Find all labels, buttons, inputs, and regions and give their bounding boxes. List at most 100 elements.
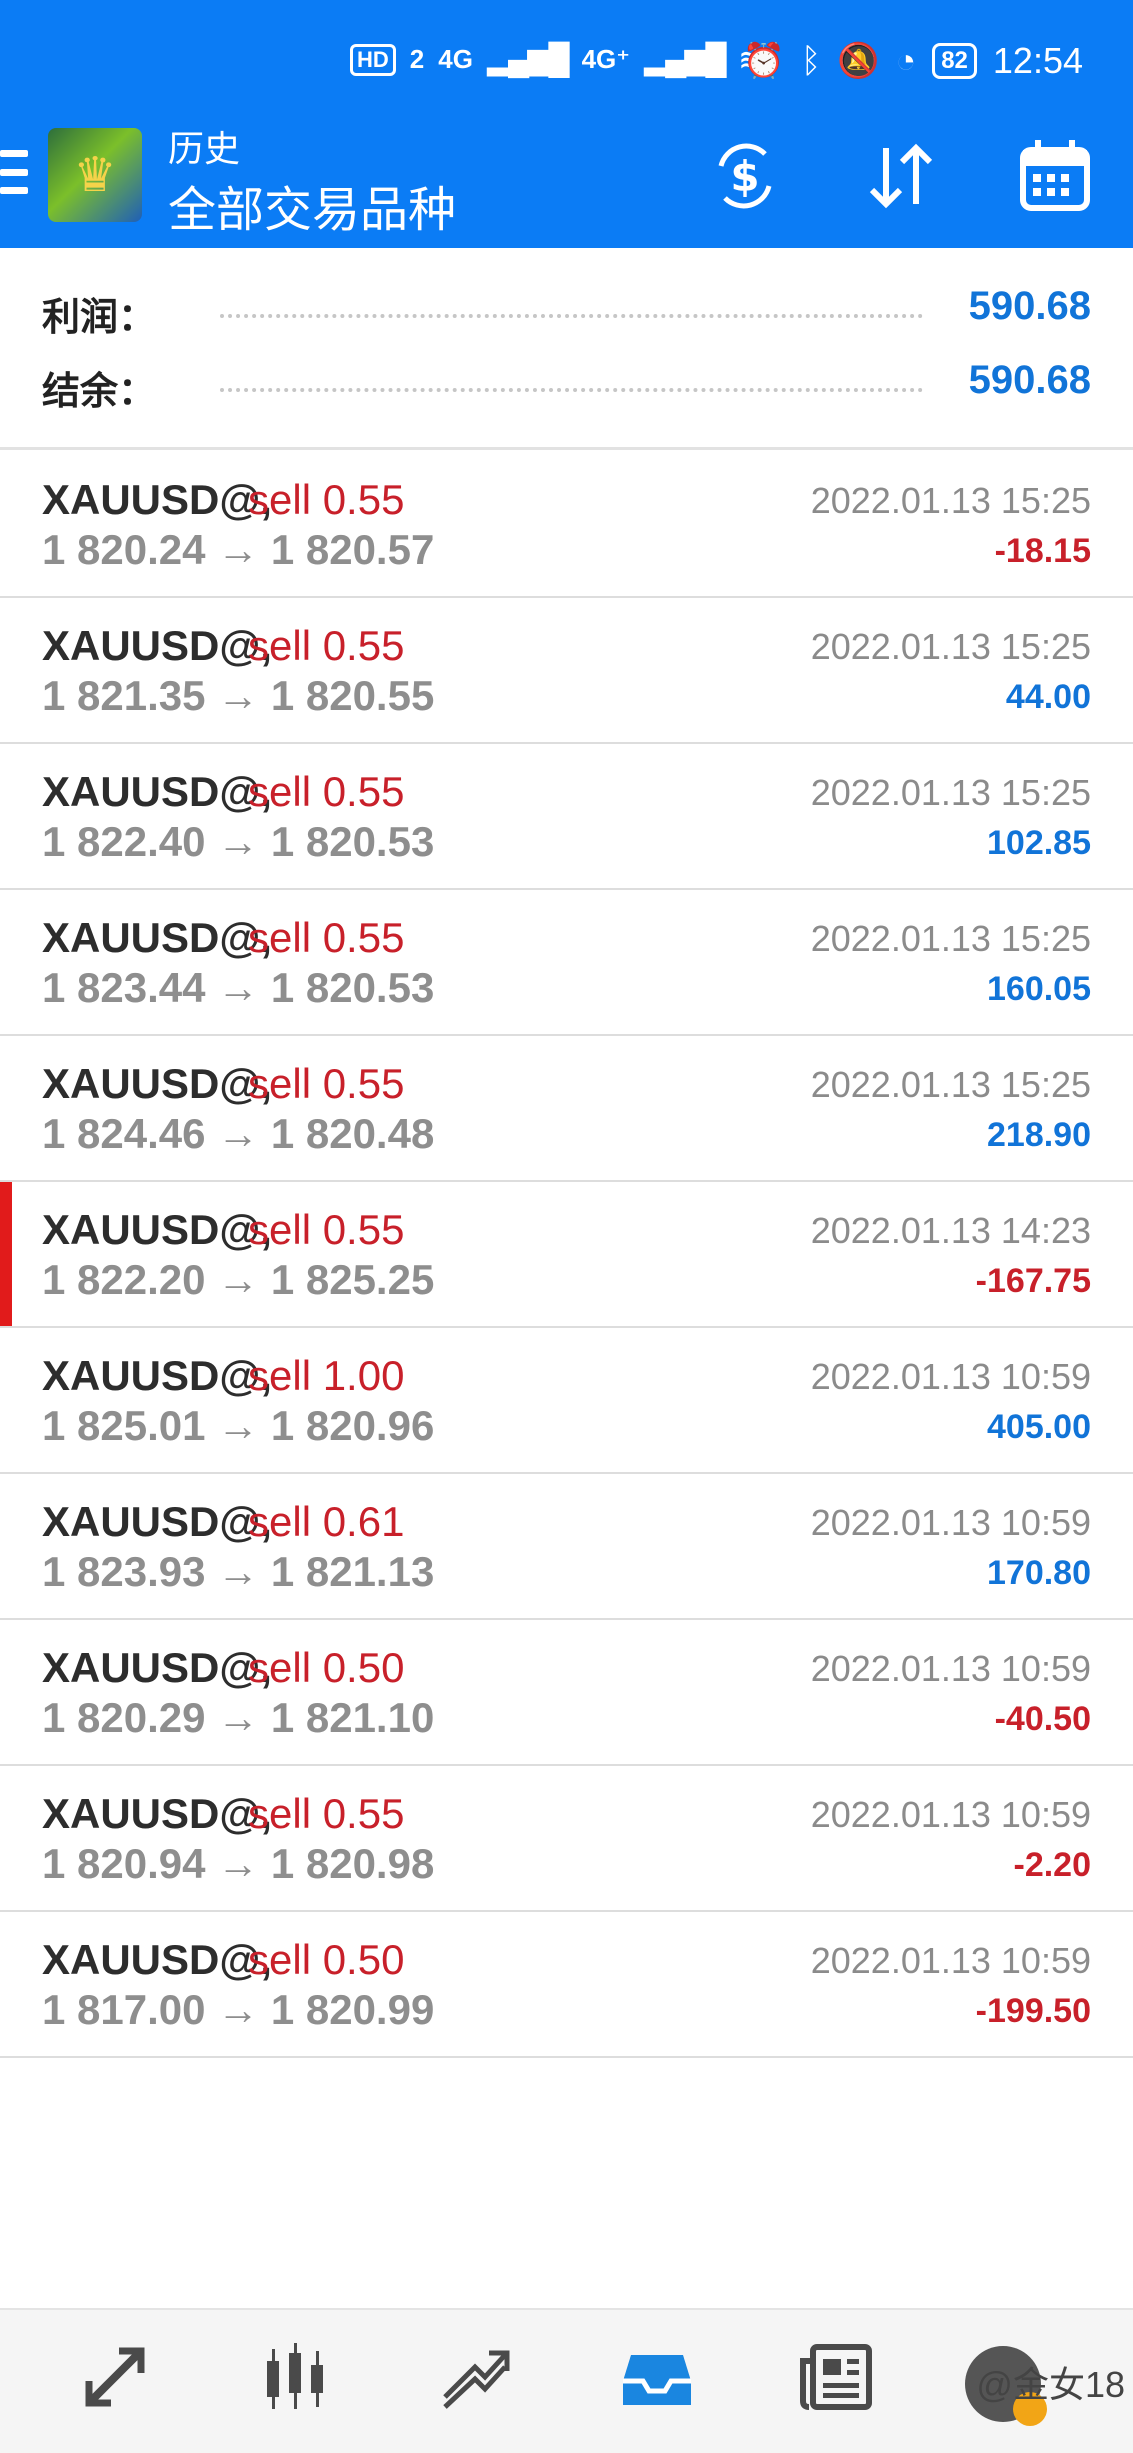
chart-icon[interactable] bbox=[250, 2332, 340, 2422]
sort-icon[interactable] bbox=[860, 136, 940, 216]
trade-row[interactable]: XAUUSD@, sell 0.55 1 824.46 → 1 820.48 2022… bbox=[0, 1036, 1133, 1182]
trade-row[interactable]: XAUUSD@, sell 1.00 1 825.01 → 1 820.96 2022… bbox=[0, 1328, 1133, 1474]
quotes-icon[interactable] bbox=[70, 2332, 160, 2422]
trade-symbol: XAUUSD@, bbox=[42, 1352, 272, 1399]
profit-value: 590.68 bbox=[968, 284, 1091, 328]
trade-symbol: XAUUSD@, bbox=[42, 476, 272, 523]
menu-icon[interactable] bbox=[0, 150, 28, 194]
trade-time: 2022.01.13 10:59 bbox=[810, 1502, 1091, 1543]
trade-symbol: XAUUSD@, bbox=[42, 1790, 272, 1837]
trade-prices: 1 823.93 → 1 821.13 bbox=[42, 1548, 435, 1595]
trade-row[interactable]: XAUUSD@, sell 0.50 1 820.29 → 1 821.10 2022… bbox=[0, 1620, 1133, 1766]
trade-side: sell 0.55 bbox=[248, 622, 405, 669]
trade-row[interactable]: XAUUSD@, sell 0.55 1 820.24 → 1 820.57 2022… bbox=[0, 452, 1133, 598]
trade-side: sell 0.55 bbox=[248, 1790, 405, 1837]
trade-prices: 1 820.29 → 1 821.10 bbox=[42, 1694, 435, 1741]
history-icon[interactable] bbox=[612, 2332, 702, 2422]
battery-icon: 82 bbox=[932, 43, 977, 79]
news-icon[interactable] bbox=[792, 2332, 882, 2422]
trade-time: 2022.01.13 10:59 bbox=[810, 1648, 1091, 1689]
sim-label: 2 bbox=[409, 44, 425, 74]
trade-side: sell 0.55 bbox=[248, 476, 405, 523]
bottom-nav: @金女18 bbox=[0, 2308, 1133, 2453]
page-title: 历史 bbox=[168, 128, 241, 169]
trade-profit: -2.20 bbox=[1013, 1846, 1092, 1884]
trade-icon[interactable] bbox=[430, 2332, 520, 2422]
calendar-icon[interactable] bbox=[1015, 136, 1095, 216]
trade-row[interactable]: XAUUSD@, sell 0.50 1 817.00 → 1 820.99 2022… bbox=[0, 1912, 1133, 2058]
trade-profit: -167.75 bbox=[975, 1262, 1091, 1300]
clock: 12:54 bbox=[992, 40, 1083, 81]
trade-profit: -199.50 bbox=[975, 1992, 1091, 2030]
top-header: HD 2 4G ▂▄▆█ 4G⁺ ▂▄▆█ ≋ ◉ ⏰ ᛒ 🔕 ◔ 82 12:… bbox=[0, 0, 1133, 248]
hd-badge: HD bbox=[350, 43, 396, 76]
trade-time: 2022.01.13 10:59 bbox=[810, 1794, 1091, 1835]
trade-time: 2022.01.13 15:25 bbox=[810, 480, 1091, 521]
profit-label: 利润： bbox=[42, 297, 157, 339]
trade-side: sell 1.00 bbox=[248, 1352, 405, 1399]
symbol-filter[interactable]: 全部交易品种 bbox=[168, 170, 456, 240]
trade-profit: 160.05 bbox=[987, 970, 1091, 1008]
trade-time: 2022.01.13 15:25 bbox=[810, 626, 1091, 667]
trade-row[interactable]: XAUUSD@, sell 0.61 1 823.93 → 1 821.13 2022… bbox=[0, 1474, 1133, 1620]
trade-profit: 170.80 bbox=[987, 1554, 1091, 1592]
trade-time: 2022.01.13 15:25 bbox=[810, 918, 1091, 959]
trade-prices: 1 821.35 → 1 820.55 bbox=[42, 672, 435, 719]
trade-prices: 1 823.44 → 1 820.53 bbox=[42, 964, 435, 1011]
trade-symbol: XAUUSD@, bbox=[42, 914, 272, 961]
status-bar: HD 2 4G ▂▄▆█ 4G⁺ ▂▄▆█ ≋ ◉ ⏰ ᛒ 🔕 ◔ 82 12:… bbox=[0, 0, 1133, 128]
trade-time: 2022.01.13 15:25 bbox=[810, 1064, 1091, 1105]
trade-prices: 1 822.40 → 1 820.53 bbox=[42, 818, 435, 865]
signal-icon: ▂▄▆█ bbox=[486, 43, 570, 76]
svg-text:$: $ bbox=[730, 152, 759, 201]
trade-symbol: XAUUSD@, bbox=[42, 622, 272, 669]
trade-prices: 1 817.00 → 1 820.99 bbox=[42, 1986, 435, 2033]
trade-side: sell 0.61 bbox=[248, 1498, 405, 1545]
balance-value: 590.68 bbox=[968, 358, 1091, 402]
trade-symbol: XAUUSD@, bbox=[42, 1936, 272, 1983]
trade-row[interactable]: XAUUSD@, sell 0.55 1 822.40 → 1 820.53 2022… bbox=[0, 744, 1133, 890]
network-type-1: 4G bbox=[438, 44, 473, 74]
trade-side: sell 0.55 bbox=[248, 914, 405, 961]
trade-symbol: XAUUSD@, bbox=[42, 1206, 272, 1253]
trade-profit: -40.50 bbox=[994, 1700, 1091, 1738]
trade-time: 2022.01.13 15:25 bbox=[810, 772, 1091, 813]
trade-profit: 405.00 bbox=[987, 1408, 1091, 1446]
trade-symbol: XAUUSD@, bbox=[42, 768, 272, 815]
trade-prices: 1 820.94 → 1 820.98 bbox=[42, 1840, 435, 1887]
trade-row[interactable]: XAUUSD@, sell 0.55 1 821.35 → 1 820.55 2022… bbox=[0, 598, 1133, 744]
eye-icon: ◉ bbox=[696, 42, 727, 80]
trade-prices: 1 820.24 → 1 820.57 bbox=[42, 526, 435, 573]
trade-time: 2022.01.13 10:59 bbox=[810, 1940, 1091, 1981]
trade-list: XAUUSD@, sell 0.55 1 820.24 → 1 820.57 2022… bbox=[0, 452, 1133, 2058]
trade-profit: -18.15 bbox=[994, 532, 1091, 570]
trade-row[interactable]: XAUUSD@, sell 0.55 1 820.94 → 1 820.98 2022… bbox=[0, 1766, 1133, 1912]
trade-side: sell 0.55 bbox=[248, 1060, 405, 1107]
trade-symbol: XAUUSD@, bbox=[42, 1644, 272, 1691]
trade-side: sell 0.55 bbox=[248, 1206, 405, 1253]
trade-time: 2022.01.13 10:59 bbox=[810, 1356, 1091, 1397]
trade-row[interactable]: XAUUSD@, sell 0.55 1 822.20 → 1 825.25 2022… bbox=[0, 1182, 1133, 1328]
network-type-2: 4G⁺ bbox=[581, 44, 631, 74]
currency-exchange-icon[interactable]: $ bbox=[705, 136, 785, 216]
dotted-leader bbox=[220, 314, 923, 318]
app-bar: ♛ 历史 全部交易品种 $ bbox=[0, 120, 1133, 248]
trade-prices: 1 825.01 → 1 820.96 bbox=[42, 1402, 435, 1449]
trade-profit: 44.00 bbox=[1005, 678, 1091, 716]
trade-prices: 1 822.20 → 1 825.25 bbox=[42, 1256, 435, 1303]
watermark: @金女18 bbox=[976, 2364, 1125, 2405]
speed-icon: ◔ bbox=[895, 41, 917, 80]
mute-icon: 🔕 bbox=[837, 42, 880, 80]
app-logo: ♛ bbox=[48, 128, 142, 222]
trade-symbol: XAUUSD@, bbox=[42, 1498, 272, 1545]
trade-profit: 218.90 bbox=[987, 1116, 1091, 1154]
balance-row: 结余： 590.68 bbox=[0, 354, 1133, 414]
trade-symbol: XAUUSD@, bbox=[42, 1060, 272, 1107]
alarm-icon: ⏰ bbox=[742, 42, 785, 80]
trade-row[interactable]: XAUUSD@, sell 0.55 1 823.44 → 1 820.53 2022… bbox=[0, 890, 1133, 1036]
trade-side: sell 0.55 bbox=[248, 768, 405, 815]
balance-label: 结余： bbox=[42, 371, 157, 413]
trade-side: sell 0.50 bbox=[248, 1936, 405, 1983]
trade-profit: 102.85 bbox=[987, 824, 1091, 862]
status-icons: ◉ ⏰ ᛒ 🔕 ◔ 82 12:54 bbox=[697, 40, 1083, 82]
